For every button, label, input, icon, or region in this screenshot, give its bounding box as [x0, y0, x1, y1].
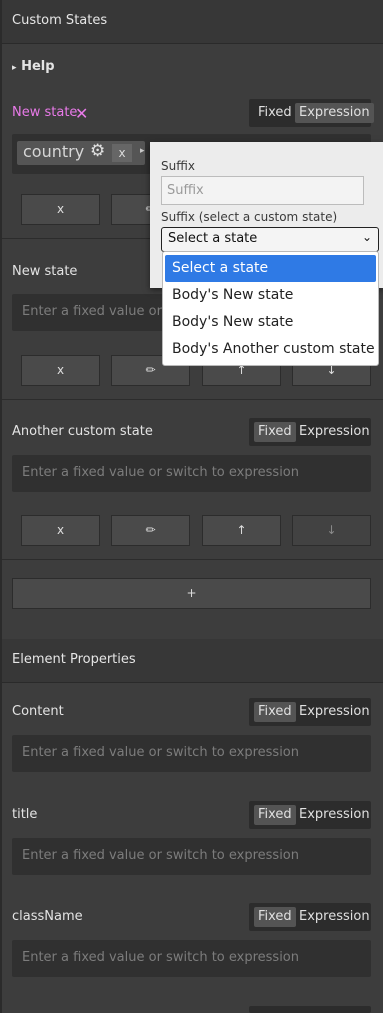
divider	[2, 399, 383, 400]
suffix-select-label: Suffix (select a custom state)	[161, 210, 338, 224]
prop-label-classname: className	[12, 909, 83, 924]
suffix-label: Suffix	[161, 159, 195, 173]
prop-input-title[interactable]: Enter a fixed value or switch to express…	[12, 838, 371, 875]
edit-state-button[interactable]: ✏	[111, 515, 190, 546]
section-title: Custom States	[12, 13, 108, 28]
close-icon[interactable]: ✕	[75, 104, 88, 123]
state-name-new-state-2[interactable]: New state	[12, 264, 77, 279]
select-options-list: Select a state Body's New state Body's N…	[162, 251, 379, 366]
chevron-down-icon: ⌄	[361, 230, 372, 244]
help-label: Help	[21, 59, 55, 74]
remove-state-button[interactable]: x	[21, 515, 100, 546]
divider	[2, 559, 383, 560]
element-properties-header: Element Properties	[2, 639, 383, 683]
state-value-input[interactable]: Enter a fixed value or switch to express…	[12, 455, 371, 492]
section-title: Element Properties	[12, 652, 136, 667]
select-option[interactable]: Body's New state	[165, 282, 376, 309]
input-placeholder: Enter a fixed value or switch to express…	[22, 950, 299, 965]
fixed-expression-toggle[interactable]	[249, 1006, 371, 1013]
move-up-button[interactable]: ↑	[202, 515, 281, 546]
chip-text: country	[23, 142, 85, 161]
input-placeholder: Enter a fixed value or switch to express…	[22, 465, 299, 480]
select-option[interactable]: Body's Another custom state	[165, 336, 376, 363]
suffix-placeholder: Suffix	[167, 183, 204, 198]
fixed-option[interactable]: Fixed	[254, 805, 296, 825]
fixed-option[interactable]: Fixed	[254, 702, 296, 722]
move-down-button[interactable]: ↓	[292, 515, 371, 546]
custom-states-header: Custom States	[2, 0, 383, 44]
state-name-label: New state	[12, 105, 78, 120]
input-placeholder: Enter a fixed value or switch to express…	[22, 848, 299, 863]
fixed-expression-toggle[interactable]: Fixed Expression	[249, 698, 371, 726]
input-placeholder: Enter a fixed value or switch to express…	[22, 745, 299, 760]
custom-state-select[interactable]: Select a state ⌄	[161, 227, 379, 252]
remove-state-button[interactable]: x	[21, 194, 100, 225]
fixed-expression-toggle[interactable]: Fixed Expression	[249, 903, 371, 931]
expression-option[interactable]: Expression	[295, 702, 374, 722]
select-option[interactable]: Select a state	[165, 255, 376, 282]
help-toggle[interactable]: ▸ Help	[12, 59, 55, 74]
state-chip[interactable]: country ⚙ x	[17, 141, 145, 165]
fixed-expression-toggle[interactable]: Fixed Expression	[249, 99, 374, 127]
state-name-new-state[interactable]: New state	[12, 105, 77, 120]
add-state-button[interactable]: +	[12, 578, 371, 609]
fixed-expression-toggle[interactable]: Fixed Expression	[249, 418, 371, 446]
prop-label-title: title	[12, 807, 38, 822]
expression-option[interactable]: Expression	[295, 907, 374, 927]
gear-icon[interactable]: ⚙	[90, 141, 105, 161]
chevron-right-icon: ▸	[140, 146, 145, 156]
fixed-expression-toggle[interactable]: Fixed Expression	[249, 801, 371, 829]
prop-input-classname[interactable]: Enter a fixed value or switch to express…	[12, 940, 371, 977]
select-option[interactable]: Body's New state	[165, 309, 376, 336]
expression-option[interactable]: Expression	[295, 805, 374, 825]
chip-remove-button[interactable]: x	[112, 144, 132, 162]
fixed-option[interactable]: Fixed	[254, 907, 296, 927]
prop-label-content: Content	[12, 704, 64, 719]
prop-input-content[interactable]: Enter a fixed value or switch to express…	[12, 735, 371, 772]
state-name-another[interactable]: Another custom state	[12, 424, 153, 439]
fixed-option[interactable]: Fixed	[254, 422, 296, 442]
remove-state-button[interactable]: x	[21, 355, 100, 386]
expression-option[interactable]: Expression	[295, 103, 374, 123]
disclosure-triangle-icon: ▸	[12, 63, 17, 73]
select-value: Select a state	[168, 231, 258, 246]
expression-option[interactable]: Expression	[295, 422, 374, 442]
suffix-input[interactable]: Suffix	[161, 176, 364, 205]
fixed-option[interactable]: Fixed	[254, 103, 296, 123]
